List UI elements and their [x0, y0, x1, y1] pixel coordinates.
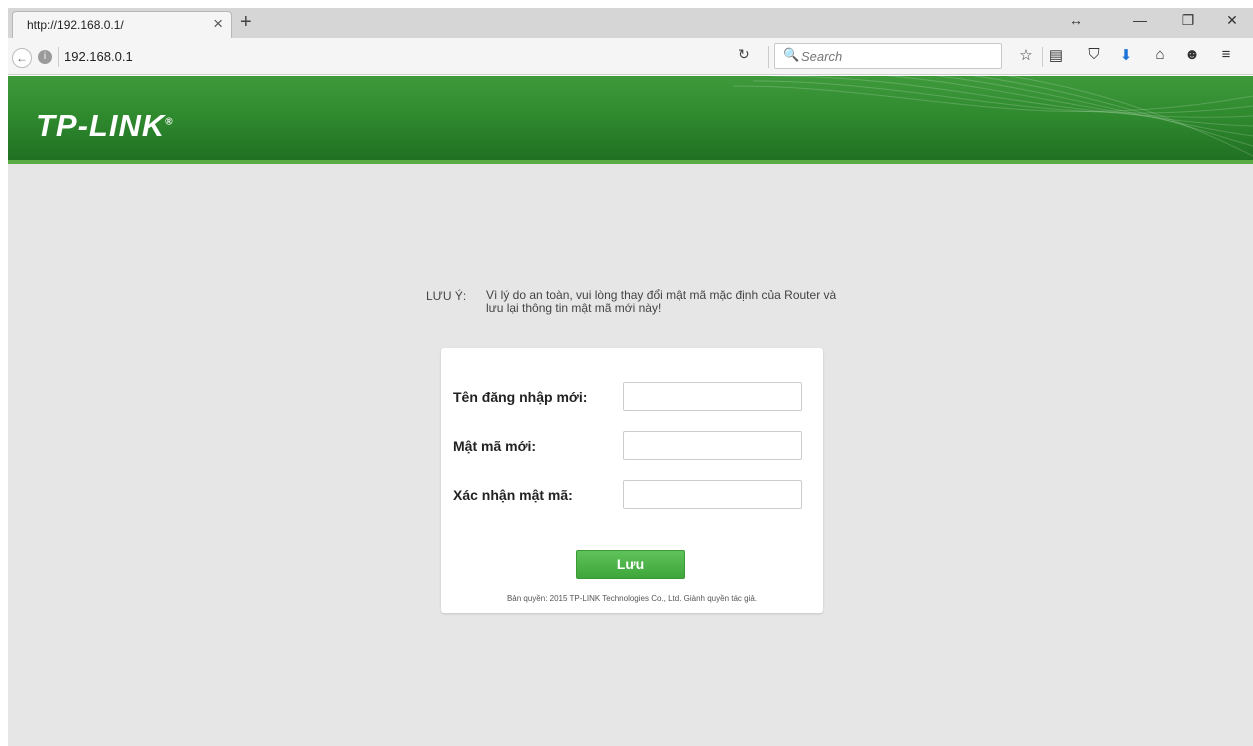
page-header: TP-LINK®	[8, 76, 1253, 164]
tab-title: http://192.168.0.1/	[27, 18, 124, 32]
back-icon[interactable]: ←	[12, 48, 32, 68]
new-username-label: Tên đăng nhập mới:	[453, 389, 588, 405]
confirm-password-label: Xác nhận mật mã:	[453, 487, 573, 503]
url-separator	[58, 47, 59, 67]
confirm-password-input[interactable]	[623, 480, 802, 509]
hello-icon[interactable]: ☻	[1182, 46, 1202, 63]
site-info-icon[interactable]: i	[38, 50, 52, 64]
notice-label: LƯU Ý:	[426, 289, 467, 303]
minimize-icon[interactable]: —	[1130, 12, 1150, 28]
new-username-row: Tên đăng nhập mới:	[441, 382, 823, 412]
notice-text: Vì lý do an toàn, vui lòng thay đổi mật …	[486, 288, 837, 315]
home-icon[interactable]: ⌂	[1150, 46, 1170, 63]
tab-bar: http://192.168.0.1/ × + ↔ — ❐ ✕	[8, 8, 1253, 38]
new-password-row: Mật mã mới:	[441, 431, 823, 461]
pocket-icon[interactable]: ⛉	[1084, 46, 1104, 63]
new-username-input[interactable]	[623, 382, 802, 411]
tp-link-logo: TP-LINK®	[36, 108, 174, 144]
url-field[interactable]: 192.168.0.1	[64, 49, 133, 64]
resize-icon[interactable]: ↔	[1066, 12, 1086, 28]
window-close-icon[interactable]: ✕	[1222, 12, 1242, 29]
reload-icon[interactable]: ↻	[738, 46, 750, 63]
logo-text: TP-LINK	[36, 108, 166, 143]
search-box[interactable]: 🔍	[774, 43, 1002, 69]
navigation-bar: ← i 192.168.0.1 ↻ 🔍 ☆ ▤ ⛉ ⬇ ⌂ ☻ ≡	[8, 38, 1253, 75]
save-button[interactable]: Lưu	[576, 550, 685, 579]
search-input[interactable]	[801, 49, 991, 64]
download-icon[interactable]: ⬇	[1116, 46, 1136, 64]
tab-close-icon[interactable]: ×	[213, 14, 223, 34]
new-tab-icon[interactable]: +	[240, 11, 252, 33]
header-bottom-stripe	[8, 160, 1253, 164]
new-password-input[interactable]	[623, 431, 802, 460]
new-password-label: Mật mã mới:	[453, 438, 537, 454]
header-swirl-decoration	[733, 76, 1253, 157]
menu-icon[interactable]: ≡	[1216, 46, 1236, 63]
url-bar-divider	[768, 46, 769, 68]
browser-tab[interactable]: http://192.168.0.1/ ×	[12, 11, 232, 38]
change-credentials-form: Tên đăng nhập mới: Mật mã mới: Xác nhận …	[441, 348, 823, 613]
reading-list-icon[interactable]: ▤	[1046, 46, 1066, 64]
restore-icon[interactable]: ❐	[1178, 12, 1198, 29]
search-icon: 🔍	[783, 47, 800, 62]
toolbar-divider	[1042, 47, 1043, 67]
confirm-password-row: Xác nhận mật mã:	[441, 480, 823, 510]
router-page: TP-LINK® LƯU Ý: Vì lý do an toàn, vui lò…	[8, 76, 1253, 746]
logo-registered-mark: ®	[165, 116, 174, 128]
copyright-text: Bản quyền: 2015 TP-LINK Technologies Co.…	[506, 594, 758, 603]
bookmark-star-icon[interactable]: ☆	[1016, 46, 1036, 64]
